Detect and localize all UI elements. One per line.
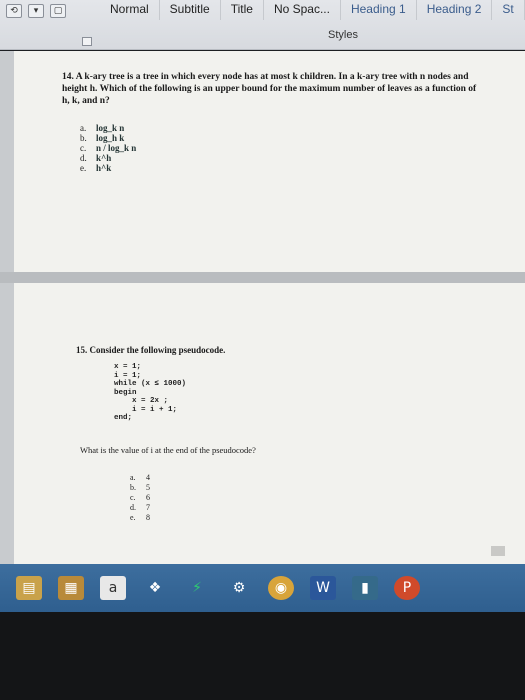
save-icon[interactable]: ⟲ xyxy=(6,4,22,18)
word-taskbar-icon[interactable]: W xyxy=(310,576,336,600)
style-more[interactable]: St xyxy=(492,0,525,20)
option-d: d. 7 xyxy=(130,503,150,512)
option-a: a. 4 xyxy=(130,473,150,482)
question-14-options: a. log_k n b. log_h k c. n / log_k n d. k^h … xyxy=(80,123,136,173)
document-page-2: 15. Consider the following pseudocode. x… xyxy=(14,283,525,564)
window-icon[interactable]: ▢ xyxy=(50,4,66,18)
ribbon-expander-icon[interactable] xyxy=(82,37,92,46)
chrome-icon[interactable]: ◉ xyxy=(268,576,294,600)
option-e: e. h^k xyxy=(80,163,112,173)
page-gap xyxy=(0,272,525,283)
media-icon[interactable]: ▮ xyxy=(352,576,378,600)
question-14-text: 14. A k-ary tree is a tree in which ever… xyxy=(62,72,477,106)
question-15-options: a. 4 b. 5 c. 6 d. 7 e. 8 xyxy=(130,473,150,523)
screen-bezel xyxy=(0,612,525,700)
option-c: c. 6 xyxy=(130,493,150,502)
style-heading-1[interactable]: Heading 1 xyxy=(341,0,417,20)
question-15-prompt: What is the value of i at the end of the… xyxy=(80,445,256,455)
style-subtitle[interactable]: Subtitle xyxy=(160,0,221,20)
taskbar: ▤ ▦ a ❖ ⚡ ⚙ ◉ W ▮ P xyxy=(0,564,525,612)
style-title[interactable]: Title xyxy=(221,0,264,20)
left-margin xyxy=(0,51,14,564)
dropbox-icon[interactable]: ❖ xyxy=(142,576,168,600)
page-corner-icon xyxy=(491,546,505,556)
option-b: b. 5 xyxy=(130,483,150,492)
amazon-icon[interactable]: a xyxy=(100,576,126,600)
pseudocode-block: x = 1; i = 1; while (x ≤ 1000) begin x =… xyxy=(114,363,187,422)
document-page-1: 14. A k-ary tree is a tree in which ever… xyxy=(14,51,525,272)
style-normal[interactable]: Normal xyxy=(100,0,160,20)
quick-access-toolbar: ⟲ ▾ ▢ xyxy=(6,4,66,18)
powerpoint-icon[interactable]: P xyxy=(394,576,420,600)
styles-gallery: Normal Subtitle Title No Spac... Heading… xyxy=(100,0,525,20)
option-c: c. n / log_k n xyxy=(80,143,137,153)
option-d: d. k^h xyxy=(80,153,112,163)
ribbon: ⟲ ▾ ▢ Normal Subtitle Title No Spac... H… xyxy=(0,0,525,50)
style-heading-2[interactable]: Heading 2 xyxy=(417,0,493,20)
app-icon[interactable]: ⚡ xyxy=(184,576,210,600)
question-15-text: 15. Consider the following pseudocode. xyxy=(76,345,226,355)
option-a: a. log_k n xyxy=(80,123,125,133)
option-e: e. 8 xyxy=(130,513,150,522)
style-no-spacing[interactable]: No Spac... xyxy=(264,0,341,20)
settings-icon[interactable]: ⚙ xyxy=(226,576,252,600)
store-icon[interactable]: ▦ xyxy=(58,576,84,600)
styles-group-label: Styles xyxy=(328,29,358,41)
explorer-icon[interactable]: ▤ xyxy=(16,576,42,600)
option-b: b. log_h k xyxy=(80,133,125,143)
dropdown-icon[interactable]: ▾ xyxy=(28,4,44,18)
